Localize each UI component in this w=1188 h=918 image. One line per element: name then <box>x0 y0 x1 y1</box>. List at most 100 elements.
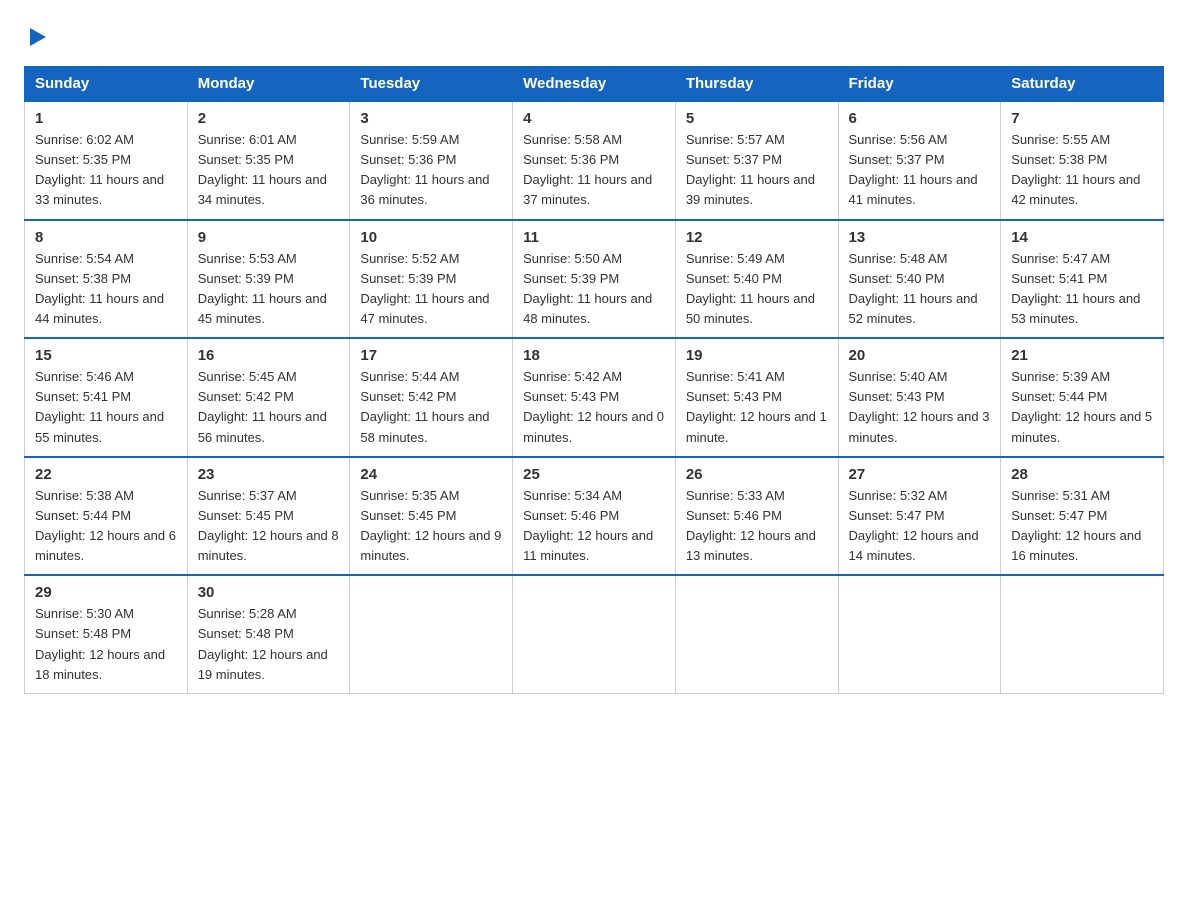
day-number: 22 <box>35 466 177 483</box>
calendar-cell: 14 Sunrise: 5:47 AMSunset: 5:41 PMDaylig… <box>1001 220 1164 339</box>
calendar-cell: 18 Sunrise: 5:42 AMSunset: 5:43 PMDaylig… <box>513 338 676 457</box>
weekday-header-friday: Friday <box>838 67 1001 102</box>
day-number: 25 <box>523 466 665 483</box>
calendar-cell: 21 Sunrise: 5:39 AMSunset: 5:44 PMDaylig… <box>1001 338 1164 457</box>
day-info: Sunrise: 5:50 AMSunset: 5:39 PMDaylight:… <box>523 249 665 330</box>
calendar-cell: 7 Sunrise: 5:55 AMSunset: 5:38 PMDayligh… <box>1001 101 1164 220</box>
day-info: Sunrise: 5:33 AMSunset: 5:46 PMDaylight:… <box>686 486 828 567</box>
day-info: Sunrise: 5:42 AMSunset: 5:43 PMDaylight:… <box>523 367 665 448</box>
day-number: 10 <box>360 229 502 246</box>
day-info: Sunrise: 5:37 AMSunset: 5:45 PMDaylight:… <box>198 486 340 567</box>
day-number: 26 <box>686 466 828 483</box>
calendar-cell: 19 Sunrise: 5:41 AMSunset: 5:43 PMDaylig… <box>675 338 838 457</box>
calendar-cell: 6 Sunrise: 5:56 AMSunset: 5:37 PMDayligh… <box>838 101 1001 220</box>
day-number: 3 <box>360 110 502 127</box>
day-info: Sunrise: 5:52 AMSunset: 5:39 PMDaylight:… <box>360 249 502 330</box>
calendar-week-row: 15 Sunrise: 5:46 AMSunset: 5:41 PMDaylig… <box>25 338 1164 457</box>
calendar-cell: 5 Sunrise: 5:57 AMSunset: 5:37 PMDayligh… <box>675 101 838 220</box>
day-number: 28 <box>1011 466 1153 483</box>
calendar-week-row: 29 Sunrise: 5:30 AMSunset: 5:48 PMDaylig… <box>25 575 1164 693</box>
calendar-cell: 2 Sunrise: 6:01 AMSunset: 5:35 PMDayligh… <box>187 101 350 220</box>
logo <box>24 24 48 48</box>
calendar-cell: 10 Sunrise: 5:52 AMSunset: 5:39 PMDaylig… <box>350 220 513 339</box>
day-info: Sunrise: 5:39 AMSunset: 5:44 PMDaylight:… <box>1011 367 1153 448</box>
calendar-cell: 22 Sunrise: 5:38 AMSunset: 5:44 PMDaylig… <box>25 457 188 576</box>
day-number: 11 <box>523 229 665 246</box>
weekday-header-sunday: Sunday <box>25 67 188 102</box>
calendar-cell: 11 Sunrise: 5:50 AMSunset: 5:39 PMDaylig… <box>513 220 676 339</box>
calendar-cell <box>513 575 676 693</box>
day-number: 14 <box>1011 229 1153 246</box>
day-info: Sunrise: 5:41 AMSunset: 5:43 PMDaylight:… <box>686 367 828 448</box>
calendar-cell: 3 Sunrise: 5:59 AMSunset: 5:36 PMDayligh… <box>350 101 513 220</box>
day-info: Sunrise: 5:38 AMSunset: 5:44 PMDaylight:… <box>35 486 177 567</box>
day-number: 4 <box>523 110 665 127</box>
calendar-cell: 27 Sunrise: 5:32 AMSunset: 5:47 PMDaylig… <box>838 457 1001 576</box>
day-info: Sunrise: 5:54 AMSunset: 5:38 PMDaylight:… <box>35 249 177 330</box>
calendar-cell: 25 Sunrise: 5:34 AMSunset: 5:46 PMDaylig… <box>513 457 676 576</box>
calendar-cell: 1 Sunrise: 6:02 AMSunset: 5:35 PMDayligh… <box>25 101 188 220</box>
day-info: Sunrise: 5:58 AMSunset: 5:36 PMDaylight:… <box>523 130 665 211</box>
day-number: 21 <box>1011 347 1153 364</box>
day-info: Sunrise: 5:30 AMSunset: 5:48 PMDaylight:… <box>35 604 177 685</box>
calendar-cell <box>675 575 838 693</box>
calendar-cell <box>838 575 1001 693</box>
calendar-cell <box>1001 575 1164 693</box>
day-number: 18 <box>523 347 665 364</box>
day-number: 23 <box>198 466 340 483</box>
day-info: Sunrise: 5:34 AMSunset: 5:46 PMDaylight:… <box>523 486 665 567</box>
day-number: 9 <box>198 229 340 246</box>
day-number: 12 <box>686 229 828 246</box>
day-number: 30 <box>198 584 340 601</box>
day-number: 1 <box>35 110 177 127</box>
day-number: 29 <box>35 584 177 601</box>
day-info: Sunrise: 5:46 AMSunset: 5:41 PMDaylight:… <box>35 367 177 448</box>
page-header <box>24 24 1164 48</box>
day-info: Sunrise: 5:49 AMSunset: 5:40 PMDaylight:… <box>686 249 828 330</box>
calendar-cell: 24 Sunrise: 5:35 AMSunset: 5:45 PMDaylig… <box>350 457 513 576</box>
calendar-cell: 15 Sunrise: 5:46 AMSunset: 5:41 PMDaylig… <box>25 338 188 457</box>
day-info: Sunrise: 5:40 AMSunset: 5:43 PMDaylight:… <box>849 367 991 448</box>
calendar-cell: 4 Sunrise: 5:58 AMSunset: 5:36 PMDayligh… <box>513 101 676 220</box>
calendar-cell <box>350 575 513 693</box>
weekday-header-monday: Monday <box>187 67 350 102</box>
day-number: 5 <box>686 110 828 127</box>
day-info: Sunrise: 5:57 AMSunset: 5:37 PMDaylight:… <box>686 130 828 211</box>
calendar-cell: 13 Sunrise: 5:48 AMSunset: 5:40 PMDaylig… <box>838 220 1001 339</box>
day-info: Sunrise: 5:45 AMSunset: 5:42 PMDaylight:… <box>198 367 340 448</box>
day-info: Sunrise: 5:32 AMSunset: 5:47 PMDaylight:… <box>849 486 991 567</box>
day-number: 17 <box>360 347 502 364</box>
day-number: 20 <box>849 347 991 364</box>
weekday-header-thursday: Thursday <box>675 67 838 102</box>
calendar-week-row: 22 Sunrise: 5:38 AMSunset: 5:44 PMDaylig… <box>25 457 1164 576</box>
day-number: 13 <box>849 229 991 246</box>
day-number: 16 <box>198 347 340 364</box>
day-number: 7 <box>1011 110 1153 127</box>
calendar-cell: 16 Sunrise: 5:45 AMSunset: 5:42 PMDaylig… <box>187 338 350 457</box>
weekday-header-saturday: Saturday <box>1001 67 1164 102</box>
calendar-cell: 9 Sunrise: 5:53 AMSunset: 5:39 PMDayligh… <box>187 220 350 339</box>
day-number: 2 <box>198 110 340 127</box>
weekday-header-row: SundayMondayTuesdayWednesdayThursdayFrid… <box>25 67 1164 102</box>
calendar-cell: 28 Sunrise: 5:31 AMSunset: 5:47 PMDaylig… <box>1001 457 1164 576</box>
day-info: Sunrise: 5:53 AMSunset: 5:39 PMDaylight:… <box>198 249 340 330</box>
logo-arrow-icon <box>26 26 48 48</box>
calendar-cell: 29 Sunrise: 5:30 AMSunset: 5:48 PMDaylig… <box>25 575 188 693</box>
day-info: Sunrise: 5:48 AMSunset: 5:40 PMDaylight:… <box>849 249 991 330</box>
day-info: Sunrise: 5:47 AMSunset: 5:41 PMDaylight:… <box>1011 249 1153 330</box>
day-info: Sunrise: 5:56 AMSunset: 5:37 PMDaylight:… <box>849 130 991 211</box>
day-info: Sunrise: 5:35 AMSunset: 5:45 PMDaylight:… <box>360 486 502 567</box>
day-number: 8 <box>35 229 177 246</box>
calendar-cell: 17 Sunrise: 5:44 AMSunset: 5:42 PMDaylig… <box>350 338 513 457</box>
day-info: Sunrise: 5:59 AMSunset: 5:36 PMDaylight:… <box>360 130 502 211</box>
day-number: 27 <box>849 466 991 483</box>
day-info: Sunrise: 5:44 AMSunset: 5:42 PMDaylight:… <box>360 367 502 448</box>
calendar-cell: 23 Sunrise: 5:37 AMSunset: 5:45 PMDaylig… <box>187 457 350 576</box>
day-number: 19 <box>686 347 828 364</box>
day-info: Sunrise: 6:02 AMSunset: 5:35 PMDaylight:… <box>35 130 177 211</box>
calendar-cell: 30 Sunrise: 5:28 AMSunset: 5:48 PMDaylig… <box>187 575 350 693</box>
weekday-header-tuesday: Tuesday <box>350 67 513 102</box>
day-info: Sunrise: 6:01 AMSunset: 5:35 PMDaylight:… <box>198 130 340 211</box>
day-info: Sunrise: 5:28 AMSunset: 5:48 PMDaylight:… <box>198 604 340 685</box>
day-number: 15 <box>35 347 177 364</box>
